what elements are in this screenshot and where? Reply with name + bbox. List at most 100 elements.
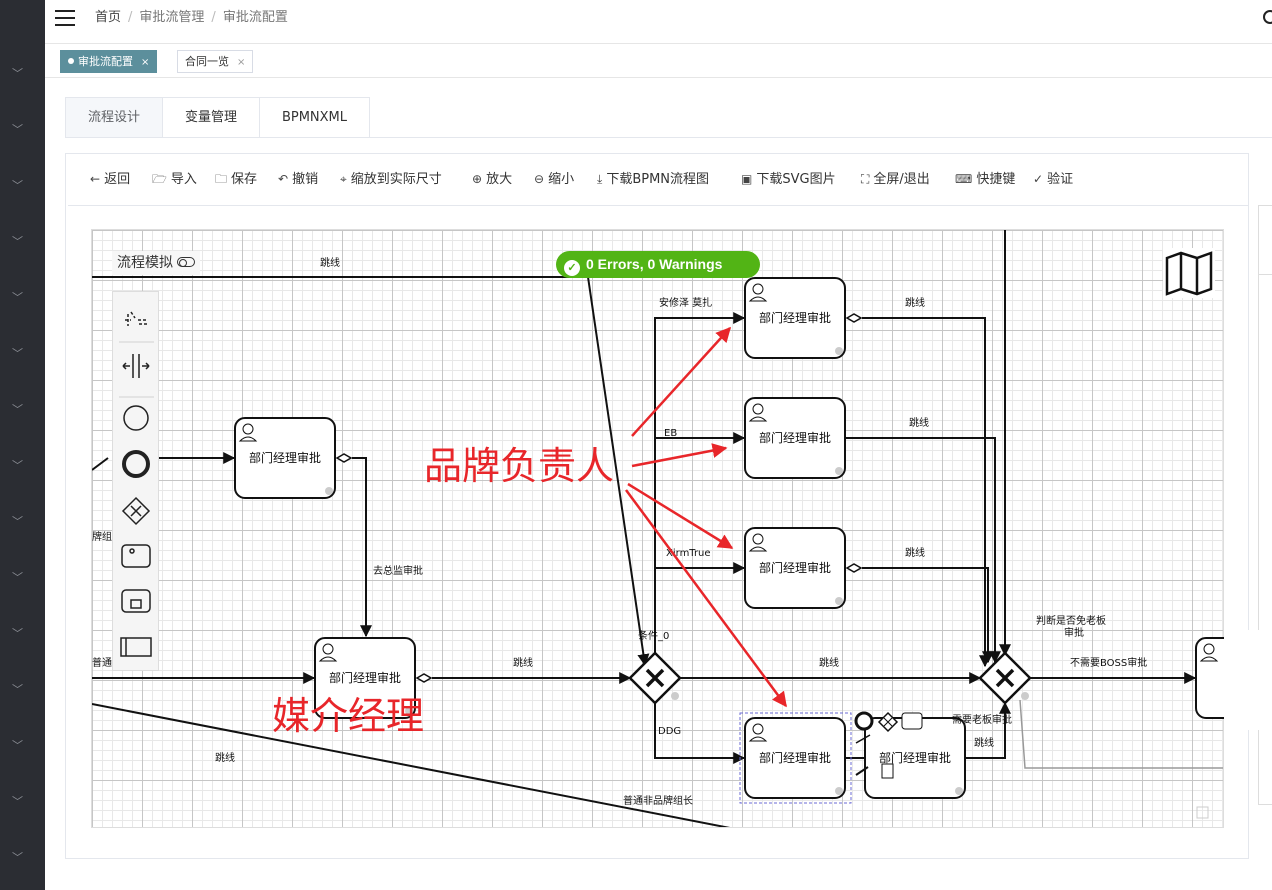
flow-label[interactable]: 跳线 bbox=[320, 256, 340, 269]
chevron-down-icon[interactable]: ﹀ bbox=[12, 404, 24, 416]
tab-process-design[interactable]: 流程设计 bbox=[65, 97, 163, 138]
user-task-selected[interactable]: 部门经理审批 bbox=[739, 712, 852, 804]
chevron-down-icon[interactable]: ﹀ bbox=[12, 852, 24, 864]
zoom-out-icon: ⊖ bbox=[534, 172, 545, 186]
toggle-icon[interactable] bbox=[177, 257, 195, 267]
undo-button[interactable]: ↶ 撤销 bbox=[278, 170, 318, 189]
validation-badge[interactable]: ✓ 0 Errors, 0 Warnings bbox=[556, 251, 760, 278]
task-label: 部门经理审批 bbox=[249, 450, 321, 465]
task-icon[interactable] bbox=[121, 544, 151, 568]
chevron-down-icon[interactable]: ﹀ bbox=[12, 292, 24, 304]
bpmn-palette bbox=[112, 291, 159, 671]
flow-label[interactable]: 跳线 bbox=[909, 416, 929, 429]
flow-label[interactable]: 去总监审批 bbox=[373, 564, 423, 577]
sidebar: ﹀ ﹀ ﹀ ﹀ ﹀ ﹀ ﹀ ﹀ ﹀ ﹀ ﹀ ﹀ ﹀ ﹀ ﹀ bbox=[0, 0, 45, 890]
chevron-down-icon[interactable]: ﹀ bbox=[12, 124, 24, 136]
close-icon[interactable]: × bbox=[141, 57, 149, 68]
minimap-toggle-icon[interactable] bbox=[1163, 248, 1215, 298]
task-icon[interactable] bbox=[901, 712, 923, 730]
user-task[interactable]: 部门经理审批 bbox=[234, 417, 336, 499]
chevron-down-icon[interactable]: ﹀ bbox=[12, 180, 24, 192]
hand-tool-icon[interactable] bbox=[125, 311, 148, 326]
start-event-icon[interactable] bbox=[123, 405, 149, 431]
subprocess-icon[interactable] bbox=[121, 589, 151, 613]
zoom-out-button[interactable]: ⊖ 缩小 bbox=[534, 170, 574, 189]
task-label: 部门经理审批 bbox=[759, 430, 831, 445]
flow-label[interactable]: 普通非品牌组长 bbox=[623, 794, 693, 807]
download-bpmn-button[interactable]: ⤓ 下载BPMN流程图 bbox=[597, 170, 709, 189]
breadcrumb-approval-management[interactable]: 审批流管理 bbox=[139, 10, 204, 25]
flow-label[interactable]: 跳线 bbox=[905, 546, 925, 559]
task-label: 部门经理审批 bbox=[329, 670, 401, 685]
user-task[interactable]: 部门经理审批 bbox=[864, 717, 966, 799]
flow-label[interactable]: 跳线 bbox=[819, 656, 839, 669]
fullscreen-button[interactable]: ⛶ 全屏/退出 bbox=[861, 170, 930, 189]
fit-actual-size-button[interactable]: ⌖ 缩放到实际尺寸 bbox=[340, 170, 442, 189]
flow-label[interactable]: 跳线 bbox=[905, 296, 925, 309]
chevron-down-icon[interactable]: ﹀ bbox=[12, 684, 24, 696]
user-task[interactable]: 部门经理审批 bbox=[744, 277, 846, 359]
flow-label[interactable]: 跳线 bbox=[215, 751, 235, 764]
image-icon: ▣ bbox=[741, 172, 753, 186]
flow-label[interactable]: 跳线 bbox=[513, 656, 533, 669]
flow-label[interactable]: DDG bbox=[658, 726, 681, 737]
folder-icon: 🗀 bbox=[215, 172, 228, 186]
flow-label[interactable]: 安修泽 莫扎 bbox=[659, 296, 712, 309]
breadcrumb-home[interactable]: 首页 bbox=[95, 10, 121, 25]
close-icon[interactable]: × bbox=[237, 57, 245, 68]
end-event-icon[interactable] bbox=[854, 711, 874, 731]
save-button[interactable]: 🗀 保存 bbox=[215, 170, 257, 189]
task-label: 部门经理审批 bbox=[759, 750, 831, 765]
process-simulation-toggle[interactable]: 流程模拟 bbox=[112, 251, 200, 275]
chevron-down-icon[interactable]: ﹀ bbox=[12, 740, 24, 752]
keyboard-icon: ⌨ bbox=[955, 172, 973, 186]
space-tool-icon[interactable] bbox=[122, 354, 150, 378]
task-label: 部门经理审批 bbox=[759, 560, 831, 575]
user-task[interactable]: 部门经理审批 bbox=[744, 397, 846, 479]
check-icon: ✓ bbox=[564, 260, 580, 276]
zoom-in-button[interactable]: ⊕ 放大 bbox=[472, 170, 512, 189]
hamburger-menu-icon[interactable] bbox=[55, 10, 75, 26]
crosshair-icon: ⌖ bbox=[340, 172, 347, 186]
search-icon[interactable] bbox=[1263, 10, 1272, 24]
trash-icon[interactable] bbox=[881, 763, 894, 779]
chevron-down-icon[interactable]: ﹀ bbox=[12, 68, 24, 80]
end-event-icon[interactable] bbox=[122, 450, 150, 478]
breadcrumb-approval-config: 审批流配置 bbox=[222, 10, 288, 25]
breadcrumb: 首页 / 审批流管理 / 审批流配置 bbox=[95, 10, 288, 25]
flow-label[interactable]: 判断是否免老板 bbox=[1036, 614, 1106, 627]
chevron-down-icon[interactable]: ﹀ bbox=[12, 572, 24, 584]
flow-label[interactable]: 普通 bbox=[92, 656, 112, 669]
chevron-down-icon[interactable]: ﹀ bbox=[12, 796, 24, 808]
flow-label[interactable]: 需要老板审批 bbox=[952, 713, 1012, 726]
download-svg-button[interactable]: ▣ 下载SVG图片 bbox=[741, 170, 836, 189]
import-button[interactable]: 🗁 导入 bbox=[152, 170, 197, 189]
folder-open-icon: 🗁 bbox=[152, 172, 167, 186]
top-navbar: 首页 / 审批流管理 / 审批流配置 bbox=[45, 0, 1272, 44]
chevron-down-icon[interactable]: ﹀ bbox=[12, 236, 24, 248]
annotation-media-manager: 媒介经理 bbox=[272, 694, 424, 738]
flow-label[interactable]: 审批 bbox=[1064, 626, 1084, 639]
chevron-down-icon[interactable]: ﹀ bbox=[12, 516, 24, 528]
user-task[interactable]: 部门经理审批 bbox=[744, 527, 846, 609]
fullscreen-icon: ⛶ bbox=[861, 172, 870, 186]
flow-label[interactable]: 条件_0 bbox=[638, 629, 669, 642]
arrow-left-icon: ← bbox=[90, 172, 101, 186]
pool-icon[interactable] bbox=[120, 637, 152, 657]
tag-contract-list[interactable]: 合同一览 × bbox=[177, 50, 254, 73]
chevron-down-icon[interactable]: ﹀ bbox=[12, 628, 24, 640]
flow-label[interactable]: EB bbox=[664, 428, 677, 439]
tab-bpmnxml[interactable]: BPMNXML bbox=[259, 97, 370, 138]
chevron-down-icon[interactable]: ﹀ bbox=[12, 348, 24, 360]
flow-label[interactable]: 牌组 bbox=[92, 530, 112, 543]
validate-button[interactable]: ✓ 验证 bbox=[1033, 170, 1073, 189]
tag-approval-config[interactable]: 审批流配置 × bbox=[60, 50, 158, 73]
chevron-down-icon[interactable]: ﹀ bbox=[12, 460, 24, 472]
flow-label[interactable]: 跳线 bbox=[974, 736, 994, 749]
flow-label[interactable]: 不需要BOSS审批 bbox=[1070, 656, 1147, 669]
back-button[interactable]: ← 返回 bbox=[90, 170, 130, 189]
tab-variable-management[interactable]: 变量管理 bbox=[162, 97, 260, 138]
undo-icon: ↶ bbox=[278, 172, 289, 186]
gateway-icon[interactable] bbox=[121, 496, 151, 526]
shortcuts-button[interactable]: ⌨ 快捷键 bbox=[955, 170, 1015, 189]
